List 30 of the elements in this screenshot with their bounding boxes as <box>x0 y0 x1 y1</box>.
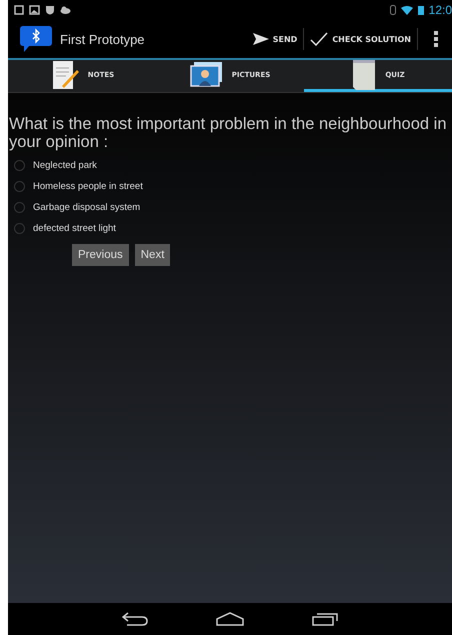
question-text: What is the most important problem in the neighbourhood in your opinion : <box>9 115 448 151</box>
photos-icon <box>190 60 224 88</box>
answer-option[interactable]: Garbage disposal system <box>9 197 452 218</box>
back-icon[interactable] <box>122 612 148 626</box>
action-button[interactable]: SEND <box>246 29 304 49</box>
recent-apps-icon[interactable] <box>312 612 338 626</box>
clock-text: 12:0 <box>428 3 452 17</box>
shield-icon <box>45 5 55 15</box>
send-icon <box>252 33 269 45</box>
nav-button[interactable]: Previous <box>72 244 129 266</box>
radio-button[interactable] <box>14 160 25 171</box>
battery-icon <box>418 5 424 15</box>
home-icon[interactable] <box>216 612 244 626</box>
cloud-icon <box>60 6 71 14</box>
answer-option[interactable]: defected street light <box>9 218 452 239</box>
wifi-icon <box>400 6 413 14</box>
notification-icon <box>14 5 24 15</box>
overflow-menu-icon[interactable] <box>434 31 438 47</box>
nav-button[interactable]: Next <box>134 244 170 266</box>
radio-button[interactable] <box>14 223 25 234</box>
app-logo-icon <box>20 26 52 52</box>
app-title: First Prototype <box>60 32 145 46</box>
answer-option[interactable]: Homeless people in street <box>9 176 452 197</box>
image-icon <box>29 5 40 15</box>
radio-button[interactable] <box>14 181 25 192</box>
radio-button[interactable] <box>14 202 25 213</box>
answer-option[interactable]: Neglected park <box>9 155 452 176</box>
action-button[interactable]: CHECK SOLUTION <box>304 28 417 50</box>
check-icon <box>310 32 328 46</box>
notepad-icon <box>351 58 378 90</box>
